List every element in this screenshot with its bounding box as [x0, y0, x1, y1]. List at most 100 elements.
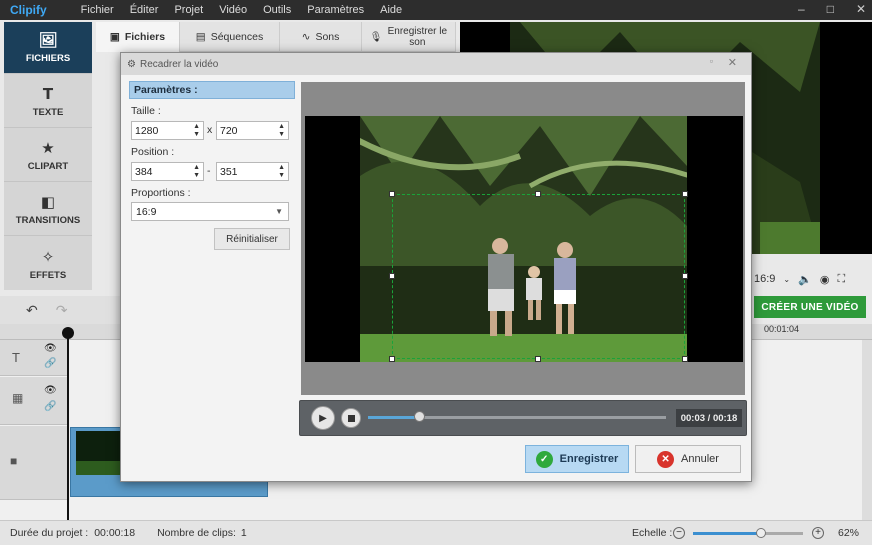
- aspect-select[interactable]: 16:9: [754, 273, 775, 285]
- redo-icon[interactable]: ↷: [56, 302, 68, 319]
- playhead-handle[interactable]: [62, 327, 74, 339]
- position-separator: -: [207, 165, 211, 177]
- crop-handle-bottom-left[interactable]: [389, 356, 395, 362]
- crop-handle-right[interactable]: [682, 273, 688, 279]
- height-field[interactable]: 720 ▲ ▼: [216, 121, 289, 140]
- menu-projet[interactable]: Projet: [166, 4, 211, 16]
- params-header: Paramètres :: [129, 81, 295, 99]
- size-label: Taille :: [131, 105, 161, 117]
- dialog-titlebar[interactable]: ⚙ Recadrer la vidéo ▫ ✕: [121, 53, 751, 75]
- position-y-field[interactable]: 351 ▲ ▼: [216, 162, 289, 181]
- link-icon[interactable]: 🔗: [44, 401, 56, 412]
- playhead[interactable]: [67, 330, 69, 520]
- zoom-out-icon[interactable]: −: [673, 527, 685, 539]
- stop-button[interactable]: [341, 408, 361, 428]
- tab-enregistrer-son[interactable]: 🎙 Enregistrer le son: [362, 22, 456, 52]
- dialog-title: Recadrer la vidéo: [139, 58, 219, 70]
- tab-label: Enregistrer le son: [387, 26, 448, 48]
- tool-texte[interactable]: T TEXTE: [4, 76, 92, 128]
- tab-fichiers[interactable]: ▣ Fichiers: [96, 22, 180, 52]
- spinner-arrows-icon[interactable]: ▲ ▼: [193, 164, 200, 180]
- crop-handle-left[interactable]: [389, 273, 395, 279]
- close-button[interactable]: ✕: [856, 2, 866, 16]
- clips-label: Nombre de clips:: [157, 527, 236, 539]
- fullscreen-icon[interactable]: ⛶: [837, 273, 845, 286]
- zoom-value: 62%: [838, 527, 860, 539]
- tool-label: TRANSITIONS: [15, 215, 81, 226]
- play-button[interactable]: ▶: [311, 406, 335, 430]
- transitions-icon: ◧: [40, 193, 56, 211]
- camera-icon[interactable]: ◉: [820, 273, 830, 286]
- tool-transitions[interactable]: ◧ TRANSITIONS: [4, 184, 92, 236]
- undo-icon[interactable]: ↶: [26, 302, 38, 319]
- minimize-button[interactable]: –: [798, 2, 805, 16]
- zoom-slider[interactable]: [693, 528, 803, 538]
- crop-rectangle[interactable]: [389, 191, 688, 362]
- timeline-toolbar: ↶ ↷: [0, 296, 120, 324]
- create-video-button[interactable]: CRÉER UNE VIDÉO: [754, 296, 866, 318]
- volume-icon[interactable]: 🔈: [798, 273, 812, 286]
- tab-label: Sons: [315, 31, 340, 43]
- tool-effets[interactable]: ✧ EFFETS: [4, 238, 92, 290]
- text-icon: T: [42, 85, 54, 103]
- film-strip-icon: ▦: [12, 391, 24, 405]
- maximize-icon[interactable]: ▫: [710, 56, 713, 66]
- menu-outils[interactable]: Outils: [255, 4, 299, 16]
- clip-thumbnail: [76, 431, 122, 475]
- spinner-arrows-icon[interactable]: ▲ ▼: [193, 123, 200, 139]
- chevron-down-icon: ⌄: [783, 274, 791, 284]
- menu-parametres[interactable]: Paramètres: [299, 4, 372, 16]
- star-icon: ★: [41, 139, 55, 157]
- text-icon: T: [12, 350, 20, 365]
- video-camera-icon: ■: [10, 454, 18, 468]
- menu-aide[interactable]: Aide: [372, 4, 410, 16]
- position-label: Position :: [131, 146, 175, 158]
- cancel-label: Annuler: [681, 453, 719, 465]
- tab-sons[interactable]: ∿ Sons: [280, 22, 362, 52]
- crop-handle-bottom-right[interactable]: [682, 356, 688, 362]
- crop-handle-bottom[interactable]: [535, 356, 541, 362]
- overlay-track-header: ▦ 👁 🔗: [0, 377, 68, 425]
- close-icon[interactable]: ✕: [728, 56, 737, 69]
- crop-handle-top-right[interactable]: [682, 191, 688, 197]
- position-x-field[interactable]: 384 ▲ ▼: [131, 162, 204, 181]
- tool-fichiers[interactable]: 🖼 FICHIERS: [4, 22, 92, 74]
- zoom-in-icon[interactable]: +: [812, 527, 824, 539]
- width-field[interactable]: 1280 ▲ ▼: [131, 121, 204, 140]
- vertical-scrollbar[interactable]: [862, 340, 872, 520]
- menu-editer[interactable]: Éditer: [122, 4, 167, 16]
- stop-icon: [347, 414, 355, 422]
- cancel-button[interactable]: ✕ Annuler: [635, 445, 741, 473]
- preview-controls: 16:9 ⌄ 🔈 ◉ ⛶: [754, 270, 872, 288]
- close-icon: ✕: [657, 450, 675, 468]
- spinner-arrows-icon[interactable]: ▲ ▼: [278, 164, 285, 180]
- tab-label: Séquences: [210, 31, 264, 43]
- menubar: Clipify Fichier Éditer Projet Vidéo Outi…: [0, 0, 872, 20]
- spinner-arrows-icon[interactable]: ▲ ▼: [278, 123, 285, 139]
- timeline-timecode: 00:01:04: [764, 324, 800, 334]
- duration-value: 00:00:18: [94, 527, 136, 539]
- reset-button[interactable]: Réinitialiser: [214, 228, 290, 250]
- crop-handle-top[interactable]: [535, 191, 541, 197]
- image-icon: 🖼: [38, 31, 58, 49]
- proportions-select[interactable]: 16:9 ▼: [131, 202, 289, 221]
- time-display: 00:03 / 00:18: [676, 409, 742, 427]
- crop-handle-top-left[interactable]: [389, 191, 395, 197]
- gear-icon: ⚙: [127, 58, 136, 70]
- eye-icon[interactable]: 👁: [44, 385, 57, 396]
- zoom-label: Echelle :: [632, 527, 673, 539]
- link-icon[interactable]: 🔗: [44, 358, 56, 369]
- zoom-fill: [693, 532, 761, 535]
- save-label: Enregistrer: [559, 453, 619, 465]
- position-x-value: 384: [135, 165, 153, 178]
- zoom-handle[interactable]: [756, 528, 766, 538]
- tool-clipart[interactable]: ★ CLIPART: [4, 130, 92, 182]
- seek-handle[interactable]: [414, 411, 425, 422]
- height-value: 720: [220, 124, 238, 137]
- save-button[interactable]: ✓ Enregistrer: [525, 445, 629, 473]
- maximize-button[interactable]: □: [827, 2, 834, 16]
- menu-video[interactable]: Vidéo: [211, 4, 255, 16]
- eye-icon[interactable]: 👁: [44, 343, 57, 354]
- menu-fichier[interactable]: Fichier: [73, 4, 122, 16]
- tab-sequences[interactable]: ▤ Séquences: [180, 22, 280, 52]
